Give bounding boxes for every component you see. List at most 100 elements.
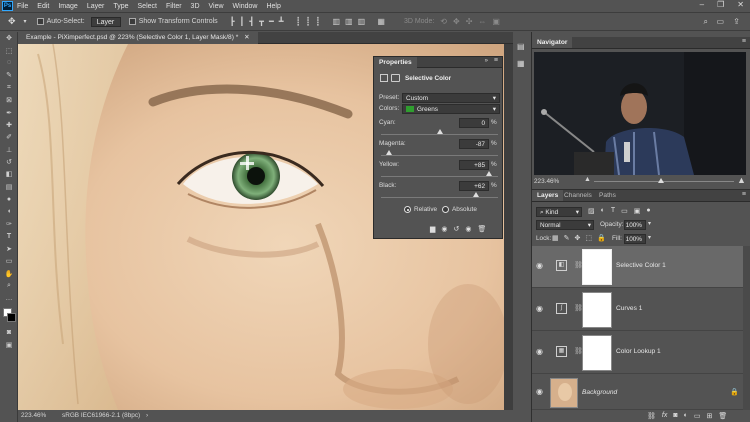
filter-kind-dropdown[interactable]: ⌕ Kind ▾ <box>536 207 582 217</box>
trash-icon[interactable]: 🗑 <box>718 412 727 420</box>
filter-pixel-icon[interactable]: ▨ <box>588 207 595 215</box>
marquee-icon[interactable]: ⬚ <box>0 44 18 56</box>
zoom-in-icon[interactable]: ▲ <box>737 175 746 185</box>
properties-tab[interactable]: Properties <box>374 57 417 68</box>
lock-artboard-icon[interactable]: ⬚ <box>585 234 592 242</box>
eraser-icon[interactable]: ◧ <box>0 168 18 180</box>
background-color-swatch[interactable] <box>7 312 16 322</box>
reset-icon[interactable]: ↺ <box>454 225 460 233</box>
yellow-slider-track[interactable] <box>381 176 498 177</box>
collapse-panel-icon[interactable]: » <box>485 58 488 64</box>
channels-tab[interactable]: Channels <box>559 190 597 201</box>
layer-row-background[interactable]: ◉ Background 🔒 <box>532 375 743 410</box>
shape-icon[interactable]: ▭ <box>0 255 18 267</box>
screen-mode-icon[interactable]: ▣ <box>0 339 18 351</box>
fx-icon[interactable]: fx <box>662 412 667 420</box>
menu-type[interactable]: Type <box>113 3 128 10</box>
fill-chevron-icon[interactable]: ▾ <box>648 234 651 241</box>
menu-help[interactable]: Help <box>266 3 280 10</box>
adjustments-panel-icon[interactable]: ▦ <box>517 59 525 68</box>
auto-select-checkbox[interactable] <box>36 18 44 25</box>
auto-select-dropdown[interactable]: Layer <box>90 16 121 27</box>
history-panel-icon[interactable]: ▤ <box>517 42 525 51</box>
move-tool-icon[interactable]: ✥ <box>8 16 16 27</box>
layer-name[interactable]: Selective Color 1 <box>616 262 666 269</box>
frame-icon[interactable]: ⊠ <box>0 94 18 106</box>
lock-icon[interactable]: 🔒 <box>730 388 739 396</box>
lock-image-icon[interactable]: ✎ <box>564 234 570 242</box>
menu-filter[interactable]: Filter <box>166 3 182 10</box>
filter-adjustment-icon[interactable]: ◐ <box>601 207 605 215</box>
background-thumbnail[interactable] <box>550 378 578 408</box>
menu-file[interactable]: File <box>17 3 28 10</box>
menu-edit[interactable]: Edit <box>37 3 49 10</box>
crop-icon[interactable]: ⌗ <box>0 82 18 94</box>
lock-transparent-icon[interactable]: ▦ <box>552 234 559 242</box>
relative-radio[interactable] <box>404 206 411 213</box>
search-icon[interactable]: ⌕ <box>704 17 708 27</box>
menu-image[interactable]: Image <box>58 3 77 10</box>
gradient-icon[interactable]: ▤ <box>0 181 18 193</box>
magenta-slider-track[interactable] <box>381 155 498 156</box>
zoom-icon[interactable]: ⌕ <box>0 280 18 292</box>
zoom-out-icon[interactable]: ▲ <box>584 176 591 183</box>
panel-menu-icon[interactable]: ≡ <box>494 57 498 64</box>
fill-input[interactable]: 100% <box>624 234 646 244</box>
visibility-eye-icon[interactable]: ◉ <box>536 347 543 356</box>
filter-shape-icon[interactable]: ▭ <box>621 207 628 215</box>
magenta-slider-thumb[interactable] <box>385 150 392 155</box>
menu-layer[interactable]: Layer <box>87 3 105 10</box>
navigator-tab[interactable]: Navigator <box>532 37 573 48</box>
view-previous-icon[interactable]: ◉ <box>441 225 447 233</box>
history-brush-icon[interactable]: ↺ <box>0 156 18 168</box>
menu-view[interactable]: View <box>209 3 224 10</box>
brush-icon[interactable]: ✐ <box>0 131 18 143</box>
layers-scrollbar[interactable] <box>743 246 750 410</box>
lock-position-icon[interactable]: ✥ <box>575 234 581 242</box>
yellow-input[interactable]: +85 <box>459 160 489 170</box>
layer-name[interactable]: Curves 1 <box>616 305 642 312</box>
visibility-eye-icon[interactable]: ◉ <box>536 261 543 270</box>
lock-icons[interactable]: ▦ ✎ ✥ ⬚ 🔒 <box>552 234 606 242</box>
lasso-icon[interactable]: ◌ <box>0 57 18 69</box>
close-icon[interactable]: ✕ <box>737 0 744 9</box>
layer-mask-icon[interactable] <box>391 74 400 82</box>
visibility-eye-icon[interactable]: ◉ <box>536 304 543 313</box>
layer-name[interactable]: Background <box>582 389 617 396</box>
layer-row-color-lookup[interactable]: ◉ ▦ ⛓ Color Lookup 1 <box>532 332 743 374</box>
black-slider-thumb[interactable] <box>472 192 479 197</box>
status-arrow-icon[interactable]: › <box>146 412 148 419</box>
blur-icon[interactable]: ● <box>0 193 18 205</box>
absolute-radio[interactable] <box>442 206 449 213</box>
quick-mask-icon[interactable]: ◙ <box>0 327 18 339</box>
cyan-input[interactable]: 0 <box>459 118 489 128</box>
menu-3d[interactable]: 3D <box>191 3 200 10</box>
doc-profile[interactable]: sRGB IEC61966-2.1 (8bpc) <box>62 412 140 419</box>
eyedropper-icon[interactable]: ✒ <box>0 106 18 118</box>
paths-tab[interactable]: Paths <box>594 190 621 201</box>
color-swatches[interactable] <box>0 305 17 327</box>
menu-select[interactable]: Select <box>138 3 157 10</box>
tool-preset-chevron-icon[interactable]: ▾ <box>24 18 27 25</box>
new-group-icon[interactable]: ▭ <box>694 412 701 420</box>
black-slider-track[interactable] <box>381 197 498 198</box>
align-distribute-icons[interactable]: ┣┃┫┳━┻ ┋┋┋ ▥▥▥ ▦ <box>230 17 390 26</box>
document-tab[interactable]: Example - PiXimperfect.psd @ 223% (Selec… <box>18 32 258 44</box>
pen-icon[interactable]: ✑ <box>0 218 18 230</box>
clip-to-layer-icon[interactable]: ▆ <box>430 225 435 233</box>
add-mask-icon[interactable]: ◙ <box>673 412 677 420</box>
layer-name[interactable]: Color Lookup 1 <box>616 348 661 355</box>
new-layer-icon[interactable]: ⊞ <box>706 412 712 420</box>
restore-icon[interactable]: ❐ <box>717 0 724 9</box>
zoom-readout[interactable]: 223.46% <box>21 412 46 419</box>
navigator-preview[interactable] <box>534 52 746 175</box>
link-layers-icon[interactable]: ⛓ <box>647 412 656 420</box>
visibility-eye-icon[interactable]: ◉ <box>536 387 543 396</box>
menu-window[interactable]: Window <box>233 3 258 10</box>
layer-mask-thumbnail[interactable] <box>582 335 612 371</box>
filter-toggle-icon[interactable]: ● <box>646 207 650 215</box>
cyan-slider-thumb[interactable] <box>436 129 443 134</box>
visibility-icon[interactable]: ◉ <box>465 225 471 233</box>
clone-stamp-icon[interactable]: ⊥ <box>0 144 18 156</box>
minimize-icon[interactable]: – <box>700 0 704 9</box>
